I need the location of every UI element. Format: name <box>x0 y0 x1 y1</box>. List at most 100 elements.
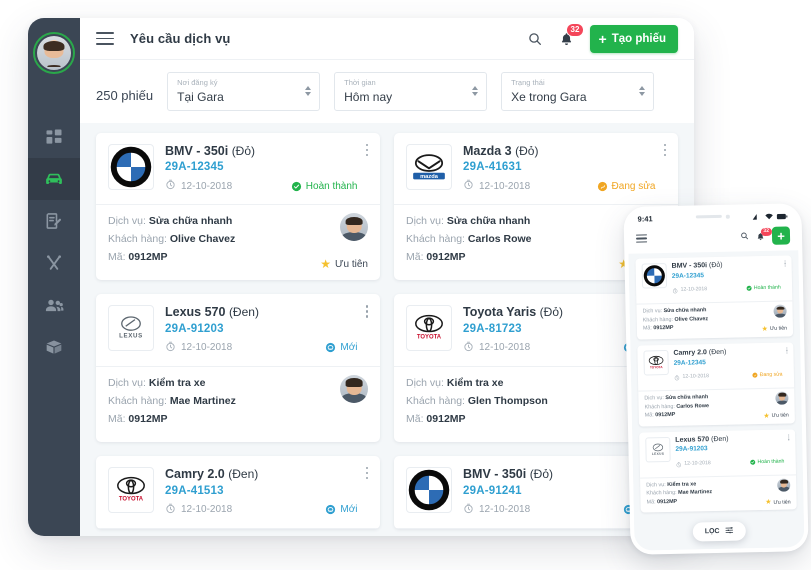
code-value: 0912MP <box>128 251 167 263</box>
svg-text:TOYOTA: TOYOTA <box>119 496 144 502</box>
sidebar-item-inventory[interactable] <box>28 326 80 368</box>
toyota-logo-icon: TOYOTA <box>407 306 451 350</box>
sliders-icon <box>724 526 733 537</box>
check-circle-icon <box>749 459 755 465</box>
sidebar-item-services[interactable] <box>28 242 80 284</box>
svg-text:LEXUS: LEXUS <box>119 333 143 340</box>
mobile-more-vertical-icon[interactable] <box>784 434 790 470</box>
customer-row: Khách hàng: Olive Chavez <box>108 233 368 245</box>
svg-text:TOYOTA: TOYOTA <box>650 365 663 369</box>
filter-label-status: Trạng thái <box>511 78 631 89</box>
clock-icon <box>463 177 474 195</box>
filter-select-location[interactable]: Nơi đăng ký Tại Gara <box>167 72 320 111</box>
brand-logo: TOYOTA <box>406 305 452 351</box>
more-vertical-icon[interactable] <box>656 144 667 158</box>
mobile-filter-button[interactable]: LỌC <box>693 521 746 541</box>
clock-icon <box>674 368 680 386</box>
mobile-priority-badge: ★Ưu tiên <box>763 412 789 420</box>
license-plate: 29A-12345 <box>165 161 358 173</box>
svg-text:mazda: mazda <box>420 174 439 180</box>
battery-icon <box>777 213 788 219</box>
code-value: 0912MP <box>426 251 465 263</box>
check-circle-icon <box>291 181 302 192</box>
mobile-mockup: 9:41 <box>623 203 808 555</box>
mobile-car-color: (Đen) <box>709 349 727 356</box>
car-model: Mazda 3 (Đỏ) <box>463 144 656 160</box>
more-vertical-icon[interactable] <box>358 305 369 319</box>
tickets-grid: BMV - 350i (Đỏ) 29A-12345 12-10-2018 Hoàn t… <box>96 133 678 529</box>
clock-icon <box>676 454 682 472</box>
mobile-date-value: 12-10-2018 <box>684 460 711 467</box>
mobile-search-icon[interactable] <box>740 227 749 245</box>
date-row: 12-10-2018Mới <box>463 501 656 519</box>
mobile-more-vertical-icon[interactable] <box>782 347 788 383</box>
clock-icon <box>165 501 176 519</box>
brand-logo: mazda <box>406 144 452 190</box>
more-vertical-icon[interactable] <box>358 467 369 481</box>
mobile-topbar: 32 + <box>628 222 799 254</box>
customer-value: Mae Martinez <box>170 395 236 407</box>
filter-select-time[interactable]: Thời gian Hôm nay <box>334 72 487 111</box>
ticket-card[interactable]: TOYOTACamry 2.0 (Đen)29A-4151312-10-2018… <box>96 456 380 529</box>
ticket-count: 250 phiếu <box>96 88 153 111</box>
date-value: 12-10-2018 <box>479 181 530 192</box>
ticket-card-header: TOYOTACamry 2.0 (Đen)29A-4151312-10-2018… <box>96 456 380 529</box>
mobile-brand-logo: LEXUS <box>645 436 671 462</box>
status-label: Đang sửa <box>612 181 656 192</box>
mobile-car-color: (Đen) <box>711 435 729 442</box>
mobile-hamburger-icon[interactable] <box>636 234 647 242</box>
bell-icon[interactable]: 32 <box>559 31 574 47</box>
star-icon: ★ <box>761 326 767 333</box>
mobile-customer-row: Khách hàng: Mae Martinez <box>646 488 790 497</box>
mobile-date-row: 12-10-2018Hoàn thành <box>672 279 781 299</box>
status-label: Mới <box>340 342 357 353</box>
clock-icon <box>463 501 474 519</box>
search-icon[interactable] <box>527 31 543 47</box>
mobile-ticket-card[interactable]: BMV - 350i (Đỏ)29A-1234512-10-2018Hoàn t… <box>635 255 793 339</box>
status-badge: Hoàn thành <box>291 181 358 192</box>
new-circle-icon <box>325 342 336 353</box>
date-value: 12-10-2018 <box>479 342 530 353</box>
people-icon <box>44 295 65 316</box>
mobile-ticket-card[interactable]: LEXUSLexus 570 (Đen)29A-9120312-10-2018H… <box>639 429 797 513</box>
ticket-card[interactable]: BMV - 350i (Đỏ)29A-1234512-10-2018Hoàn t… <box>96 133 380 281</box>
date-row: 12-10-2018Mới <box>165 339 358 357</box>
sidebar-item-customers[interactable] <box>28 284 80 326</box>
hamburger-icon[interactable] <box>96 32 114 45</box>
mobile-bell-icon[interactable]: 32 <box>756 231 765 240</box>
filter-value-time: Hôm nay <box>344 89 464 105</box>
topbar-actions: 32 + Tạo phiếu <box>527 25 679 53</box>
filter-label-time: Thời gian <box>344 78 464 89</box>
customer-avatar <box>340 375 368 403</box>
date-value: 12-10-2018 <box>479 504 530 515</box>
mazda-logo-icon: mazda <box>407 145 451 189</box>
toyota-logo-icon: TOYOTA <box>644 351 667 374</box>
filter-select-status[interactable]: Trạng thái Xe trong Gara <box>501 72 654 111</box>
date-row: 12-10-2018 Đang sửa <box>463 177 656 195</box>
mobile-customer-avatar <box>773 305 786 318</box>
code-value: 0912MP <box>128 413 167 425</box>
service-row: Dịch vụ: Kiểm tra xe <box>108 377 368 389</box>
notification-badge: 32 <box>567 24 584 36</box>
create-ticket-button[interactable]: + Tạo phiếu <box>590 25 679 53</box>
mobile-date-value: 12-10-2018 <box>681 286 708 293</box>
sidebar-item-orders[interactable] <box>28 200 80 242</box>
ticket-card-header: LEXUSLexus 570 (Đen)29A-9120312-10-2018M… <box>96 294 380 367</box>
sidebar-item-dashboard[interactable] <box>28 116 80 158</box>
more-vertical-icon[interactable] <box>358 144 369 158</box>
filter-value-location: Tại Gara <box>177 89 297 105</box>
sidebar-item-vehicles[interactable] <box>28 158 80 200</box>
new-circle-icon <box>325 504 336 515</box>
mobile-ticket-card[interactable]: TOYOTACamry 2.0 (Đen)29A-1234512-10-2018… <box>637 342 795 426</box>
ticket-card[interactable]: LEXUSLexus 570 (Đen)29A-9120312-10-2018M… <box>96 294 380 442</box>
status-badge: Mới <box>325 342 357 353</box>
car-model: BMV - 350i (Đỏ) <box>463 467 656 483</box>
lexus-logo-icon: LEXUS <box>646 437 669 460</box>
car-color: (Đỏ) <box>515 144 538 158</box>
mobile-more-vertical-icon[interactable] <box>780 261 786 297</box>
status-badge: Đang sửa <box>597 181 656 192</box>
camera-icon <box>726 215 730 219</box>
avatar[interactable] <box>33 32 75 74</box>
mobile-create-button[interactable]: + <box>772 226 790 244</box>
mobile-card-body: Dịch vụ: Sửa chữa nhanhKhách hàng: Carlo… <box>638 388 795 426</box>
